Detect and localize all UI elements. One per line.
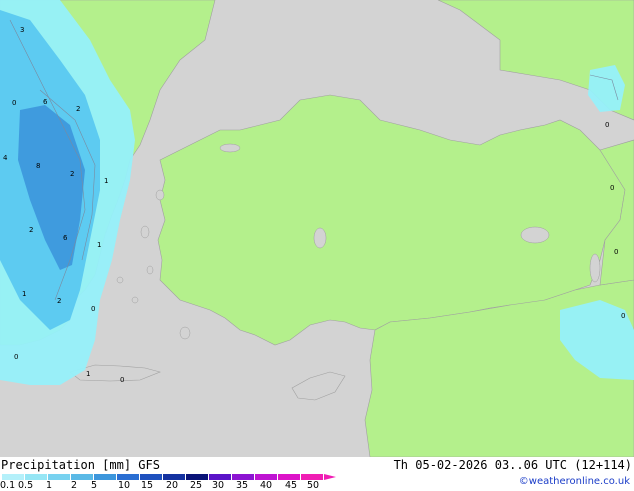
legend-tick-label: 40	[260, 480, 273, 491]
contour-label: 3	[20, 26, 24, 34]
contour-label: 0	[610, 184, 614, 192]
precip-legend-ticks: 0.1 0.5 1 2 5 10 15 20 25 30 35 40 45 50	[0, 480, 340, 491]
contour-label: 6	[43, 98, 48, 106]
legend-tick-label: 35	[236, 480, 249, 491]
contour-label: 0	[14, 353, 18, 361]
legend-tick-label: 15	[141, 480, 154, 491]
legend-tick-label: 25	[190, 480, 203, 491]
contour-label: 2	[76, 105, 80, 113]
contour-label: 0	[91, 305, 95, 313]
map-footer: Precipitation [mm] GFS Th 05-02-2026 03.…	[0, 457, 634, 491]
lake-tuz	[313, 227, 327, 249]
legend-tick-label: 50	[307, 480, 320, 491]
legend-tick-label: 45	[285, 480, 298, 491]
legend-tick-label: 0.1	[0, 480, 16, 491]
contour-label: 8	[36, 162, 40, 170]
contour-label: 1	[97, 241, 101, 249]
contour-label: 0	[605, 121, 609, 129]
precipitation-map: 3 0 6 2 4 8 2 1 2 6 1 1 2 0 0 1 0 0 0 0 …	[0, 0, 634, 457]
legend-tick-label: 2	[71, 480, 78, 491]
contour-label: 0	[120, 376, 124, 384]
contour-label: 2	[29, 226, 33, 234]
legend-tick-label: 5	[91, 480, 98, 491]
contour-label: 4	[3, 154, 8, 162]
contour-label: 2	[57, 297, 61, 305]
forecast-timestamp: Th 05-02-2026 03..06 UTC (12+114)	[393, 458, 632, 472]
legend-tick-label: 0.5	[18, 480, 34, 491]
map-title: Precipitation [mm] GFS	[1, 458, 160, 472]
contour-label: 1	[86, 370, 90, 378]
contour-label: 6	[63, 234, 68, 242]
contour-label: 1	[104, 177, 108, 185]
contour-label: 0	[12, 99, 16, 107]
legend-tick-label: 10	[118, 480, 131, 491]
legend-tick-label: 30	[212, 480, 225, 491]
lake-van	[520, 226, 550, 244]
credit-link[interactable]: ©weatheronline.co.uk	[519, 476, 630, 487]
contour-label: 0	[614, 248, 618, 256]
contour-label: 2	[70, 170, 74, 178]
legend-tick-label: 1	[46, 480, 53, 491]
lake-urmia	[589, 253, 601, 283]
contour-label: 1	[22, 290, 26, 298]
legend-tick-label: 20	[166, 480, 179, 491]
contour-label: 0	[621, 312, 625, 320]
